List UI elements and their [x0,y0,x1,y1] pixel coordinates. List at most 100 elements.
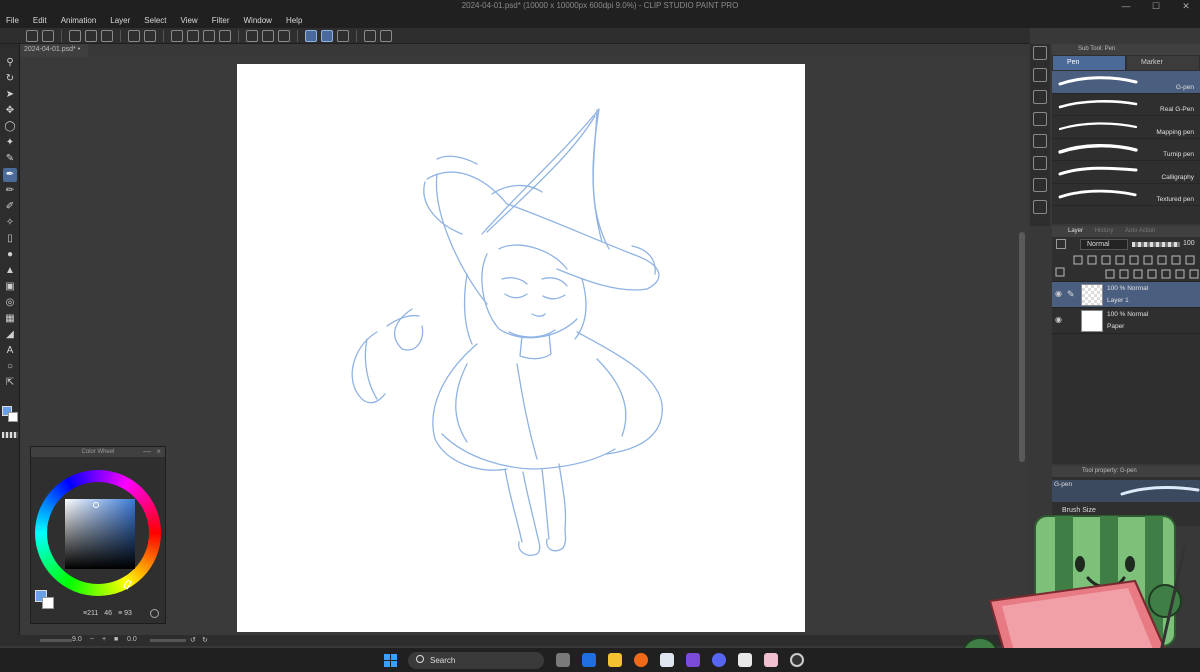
redo-icon[interactable] [144,29,156,42]
menu-layer[interactable]: Layer [110,16,130,25]
brush-textured-pen[interactable]: Textured pen [1052,184,1200,206]
zoom-slider[interactable] [40,639,72,642]
minimize-button[interactable]: — [1112,0,1140,12]
layer-search-icon[interactable] [1033,178,1047,192]
task-view-icon[interactable] [556,653,570,667]
clip-studio-paint-icon[interactable] [738,653,752,667]
rotate-icon[interactable]: ↻ [3,72,17,86]
gradient-icon[interactable]: ▣ [3,280,17,294]
zoom-icon[interactable]: ⚲ [3,56,17,70]
save-icon[interactable] [69,29,81,42]
sub-color-chip[interactable] [42,597,54,609]
brush-icon[interactable]: ✐ [3,200,17,214]
menu-view[interactable]: View [181,16,198,25]
operation-icon[interactable]: ➤ [3,88,17,102]
visibility-eye-icon[interactable]: ◉ [1055,316,1065,324]
ruler-icon[interactable]: ◢ [3,328,17,342]
tab-pen[interactable]: Pen [1053,56,1125,70]
fill-bucket-icon[interactable]: ▲ [3,264,17,278]
new-file-icon[interactable] [26,29,38,42]
app-icon[interactable] [686,653,700,667]
color-mode-icon[interactable] [150,609,159,618]
export-icon[interactable] [85,29,97,42]
sub-view-icon[interactable] [1033,134,1047,148]
opacity-value[interactable]: 100 [1183,240,1195,247]
close-docks-icon[interactable] [1033,46,1047,60]
menu-filter[interactable]: Filter [212,16,230,25]
layer-name[interactable]: Paper [1107,323,1124,330]
fit-icon[interactable]: ■ [114,636,118,643]
undo-icon[interactable] [128,29,140,42]
visibility-eye-icon[interactable]: ◉ [1055,290,1065,298]
navigator-icon[interactable] [1033,68,1047,82]
help-icon[interactable] [380,29,392,42]
snap-grid-icon[interactable] [278,29,290,42]
pencil-icon[interactable]: ✏ [3,184,17,198]
rotate-left-icon[interactable]: ↺ [190,636,196,644]
minimize-panel-icon[interactable]: — [143,447,151,457]
perspective-icon[interactable] [337,29,349,42]
menu-window[interactable]: Window [244,16,272,25]
blend-mode-select[interactable]: Normal [1080,239,1128,250]
tab-history[interactable]: History [1095,228,1114,234]
sv-cursor[interactable] [93,502,99,508]
layer-row[interactable]: ◉ 100 % Normal Paper [1052,308,1200,334]
canvas-area[interactable] [20,57,1028,635]
fill-icon[interactable] [203,29,215,42]
eraser-icon[interactable]: ▯ [3,232,17,246]
rotation-slider[interactable] [150,639,186,642]
decoration-icon[interactable]: ✧ [3,216,17,230]
clear-selection-icon[interactable] [171,29,183,42]
tab-layer[interactable]: Layer [1068,228,1083,234]
tab-marker[interactable]: Marker [1127,56,1199,70]
menu-animation[interactable]: Animation [61,16,97,25]
material-icon[interactable] [1033,112,1047,126]
layer-row[interactable]: ◉ ✎ 100 % Normal Layer 1 [1052,282,1200,308]
menu-select[interactable]: Select [144,16,166,25]
frame-border-icon[interactable]: ▦ [3,312,17,326]
eyedropper-icon[interactable]: ✎ [3,152,17,166]
file-explorer-icon[interactable] [608,653,622,667]
brush-g-pen[interactable]: G-pen [1052,71,1200,94]
move-layer-icon[interactable]: ✥ [3,104,17,118]
firefox-icon[interactable] [634,653,648,667]
layer-property-icon[interactable] [1033,90,1047,104]
clip-studio-app-icon[interactable] [660,653,674,667]
snap-special-ruler-icon[interactable] [262,29,274,42]
text-icon[interactable]: A [3,344,17,358]
balloon-icon[interactable]: ○ [3,360,17,374]
open-file-icon[interactable] [42,29,54,42]
transform-icon[interactable] [219,29,231,42]
layer-color-icon[interactable] [1056,239,1066,249]
canvas-paper[interactable] [237,64,805,632]
vector-snap-icon[interactable] [321,29,333,42]
lasso-icon[interactable]: ◯ [3,120,17,134]
item-bank-icon[interactable] [1033,156,1047,170]
brush-calligraphy[interactable]: Calligraphy [1052,161,1200,184]
document-tab[interactable]: 2024-04-01.psd* • [20,44,88,57]
brush-mapping-pen[interactable]: Mapping pen [1052,116,1200,139]
app-pink-icon[interactable] [764,653,778,667]
zoom-in-icon[interactable]: + [102,636,106,643]
correct-line-icon[interactable]: ⇱ [3,376,17,390]
snap-ruler-icon[interactable] [246,29,258,42]
saturation-value-square[interactable] [65,499,135,569]
pen-icon[interactable]: ✒ [3,168,17,182]
maximize-button[interactable]: ☐ [1142,0,1170,12]
blend-icon[interactable]: ● [3,248,17,262]
tab-auto-action[interactable]: Auto Action [1125,228,1155,234]
windows-start-icon[interactable] [384,654,397,667]
vertical-scrollbar[interactable] [1019,232,1025,462]
clip-studio-icon[interactable] [364,29,376,42]
discord-icon[interactable] [712,653,726,667]
sub-color-swatch[interactable] [8,412,18,422]
print-icon[interactable] [101,29,113,42]
rotate-right-icon[interactable]: ↻ [202,636,208,644]
taskbar-search[interactable]: Search [408,652,544,669]
clear-icon[interactable] [187,29,199,42]
close-tab-icon[interactable]: • [78,46,80,53]
menu-file[interactable]: File [6,16,19,25]
menu-edit[interactable]: Edit [33,16,47,25]
menu-help[interactable]: Help [286,16,302,25]
magic-wand-icon[interactable]: ✦ [3,136,17,150]
